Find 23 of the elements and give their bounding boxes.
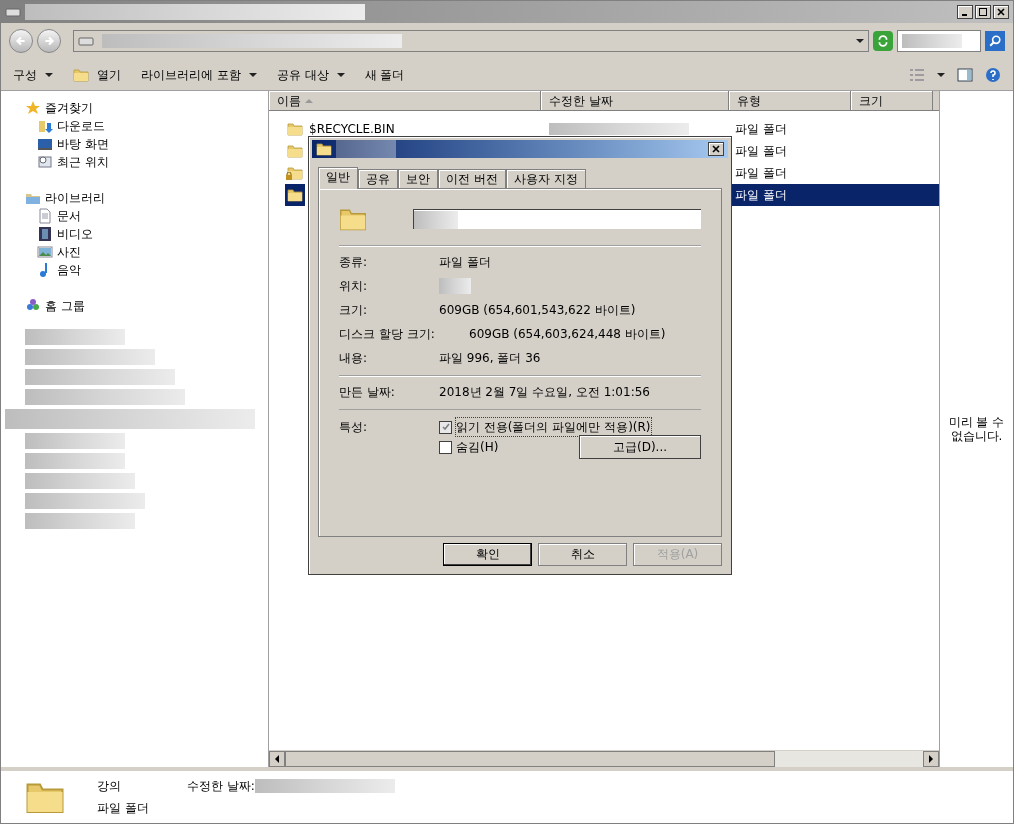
file-name: $RECYCLE.BIN [309,121,395,138]
property-label: 내용: [339,350,369,367]
file-type: 파일 폴더 [734,143,788,160]
details-type: 파일 폴더 [97,800,150,817]
property-label: 종류: [339,254,369,271]
property-value: 609GB (654,601,543,622 바이트) [439,302,636,319]
file-type: 파일 폴더 [729,184,939,206]
property-value: 파일 폴더 [439,254,491,271]
property-value: 파일 996, 폴더 36 [439,350,541,367]
property-label: 디스크 할당 크기: [339,326,436,343]
property-value: 609GB (654,603,624,448 바이트) [469,326,666,343]
checkbox-label: 숨김(H) [456,439,499,456]
file-type: 파일 폴더 [734,165,788,182]
property-value: 2018년 2월 7일 수요일, 오전 1:01:56 [439,384,650,401]
property-label: 위치: [339,278,369,295]
file-type: 파일 폴더 [734,121,788,138]
attributes-label: 특성: [339,419,369,436]
details-date-label: 수정한 날짜: [187,778,255,795]
details-name: 강의 [97,778,122,795]
checkbox-label: 읽기 전용(폴더의 파일에만 적용)(R) [456,418,651,436]
property-label: 만든 날짜: [339,384,396,401]
preview-message: 미리 볼 수 없습니다. [947,415,1006,443]
property-label: 크기: [339,302,369,319]
